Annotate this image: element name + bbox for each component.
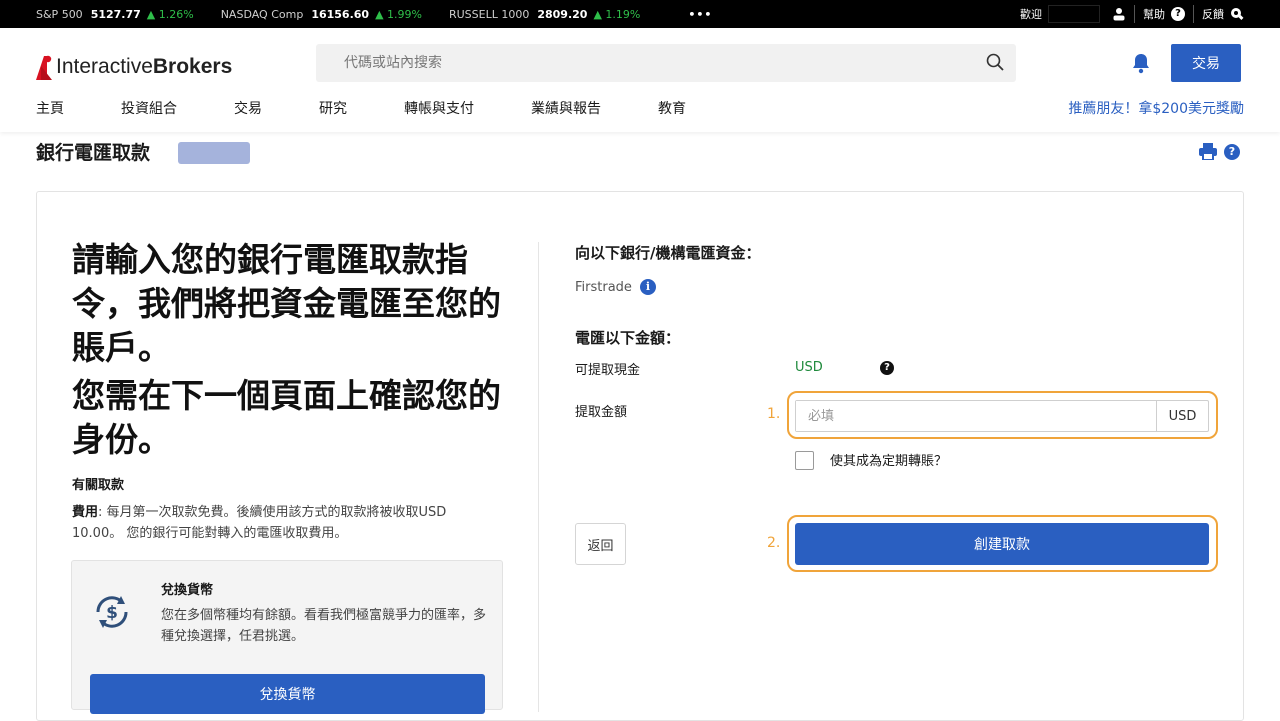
ticker-name: NASDAQ Comp <box>220 7 304 21</box>
page-help-icon[interactable]: ? <box>1224 144 1240 160</box>
account-badge <box>178 142 250 164</box>
ticker-name: RUSSELL 1000 <box>448 7 530 21</box>
amount-currency: USD <box>1156 401 1208 431</box>
bank-info-icon[interactable]: i <box>639 279 656 295</box>
bank-name: Firstrade <box>575 279 632 295</box>
nav-item-home[interactable]: 主頁 <box>36 98 64 118</box>
nav-item-trade[interactable]: 交易 <box>234 98 262 118</box>
ticker-change: ▲ 1.19% <box>593 7 641 21</box>
username-redacted <box>1048 5 1100 23</box>
toolbar-divider <box>1134 5 1135 23</box>
welcome-label: 歡迎 <box>1020 8 1042 21</box>
destination-heading: 向以下銀行/機構電匯資金： <box>575 244 761 262</box>
feedback-icon[interactable] <box>1230 7 1244 21</box>
fee-text: : 每月第一次取款免費。後續使用該方式的取款將被收取USD 10.00。 您的銀… <box>72 505 447 541</box>
available-cash-help-icon[interactable]: ? <box>880 361 894 375</box>
feedback-link[interactable]: 反饋 <box>1202 6 1224 22</box>
nav-item-education[interactable]: 教育 <box>658 98 686 118</box>
ticker-value: 5127.77 <box>90 7 141 21</box>
withdraw-amount-field: USD <box>795 400 1209 432</box>
nav-item-portfolio[interactable]: 投資組合 <box>121 98 177 118</box>
site-header: InteractiveBrokers 交易 主頁 投資組合 交易 研究 轉帳與支… <box>0 28 1280 132</box>
create-withdrawal-button[interactable]: 創建取款 <box>795 523 1209 565</box>
ticker-item[interactable]: S&P 500 5127.77 ▲ 1.26% <box>36 8 194 21</box>
instruction-headline: 請輸入您的銀行電匯取款指令，我們將把資金電匯至您的賬戶。 您需在下一個頁面上確認… <box>72 238 512 462</box>
account-toolbar: 歡迎 幫助 ? 反饋 <box>1020 0 1280 28</box>
ticker-item[interactable]: NASDAQ Comp 16156.60 ▲ 1.99% <box>221 8 422 21</box>
recurring-transfer-checkbox[interactable] <box>795 451 814 470</box>
search-input[interactable] <box>316 44 956 82</box>
instruction-line-2: 您需在下一個頁面上確認您的身份。 <box>72 376 501 459</box>
svg-text:$: $ <box>106 603 118 623</box>
nav-item-performance-reports[interactable]: 業績與報告 <box>531 98 601 118</box>
ticker-change: ▲ 1.99% <box>375 7 422 21</box>
recurring-transfer-label[interactable]: 使其成為定期轉賬？ <box>830 450 947 469</box>
ib-logo-icon <box>36 55 52 80</box>
toolbar-divider <box>1193 5 1194 23</box>
help-link[interactable]: 幫助 <box>1143 6 1165 22</box>
logo-text-interactive: Interactive <box>56 55 153 78</box>
currency-conversion-title: 兌換貨幣 <box>161 583 214 598</box>
nav-item-transfer-pay[interactable]: 轉帳與支付 <box>404 98 474 118</box>
back-button[interactable]: 返回 <box>575 523 626 565</box>
available-cash-value: USD <box>795 360 823 375</box>
withdraw-amount-label: 提取金額 <box>575 405 628 420</box>
fee-description: 費用: 每月第一次取款免費。後續使用該方式的取款將被收取USD 10.00。 您… <box>72 502 492 544</box>
ticker-value: 16156.60 <box>311 7 370 21</box>
currency-exchange-icon: $ <box>96 596 128 628</box>
market-ticker-bar: S&P 500 5127.77 ▲ 1.26% NASDAQ Comp 1615… <box>0 0 1280 28</box>
step-2-marker: 2. <box>767 535 781 551</box>
convert-currency-button[interactable]: 兌換貨幣 <box>90 674 485 714</box>
logo-text-brokers: Brokers <box>152 55 233 78</box>
withdraw-amount-input[interactable] <box>796 401 1156 431</box>
instruction-line-1: 請輸入您的銀行電匯取款指令，我們將把資金電匯至您的賬戶。 <box>72 240 501 367</box>
ticker-change: ▲ 1.26% <box>146 7 194 21</box>
search-box <box>316 44 1016 82</box>
destination-bank: Firstrade i <box>575 279 656 295</box>
print-icon[interactable] <box>1199 143 1217 160</box>
page-title: 銀行電匯取款 <box>36 142 151 164</box>
amount-heading: 電匯以下金額： <box>575 329 681 347</box>
trade-button[interactable]: 交易 <box>1171 44 1241 82</box>
main-nav: 主頁 投資組合 交易 研究 轉帳與支付 業績與報告 教育 <box>36 98 686 118</box>
fee-label: 費用 <box>72 505 99 520</box>
available-cash-label: 可提取現金 <box>575 363 641 378</box>
ticker-name: S&P 500 <box>36 7 83 21</box>
ticker-item[interactable]: RUSSELL 1000 2809.20 ▲ 1.19% <box>449 8 640 21</box>
ticker-value: 2809.20 <box>537 7 588 21</box>
refer-friend-link[interactable]: 推薦朋友！拿$200美元獎勵 <box>1068 98 1244 118</box>
column-divider <box>538 242 539 712</box>
about-withdrawal-heading: 有關取款 <box>72 478 125 493</box>
notification-bell-icon[interactable] <box>1130 52 1152 74</box>
user-icon[interactable] <box>1112 7 1126 21</box>
nav-item-research[interactable]: 研究 <box>319 98 347 118</box>
ib-logo[interactable]: Interactive Brokers <box>36 54 232 80</box>
help-circle-icon[interactable]: ? <box>1171 7 1185 21</box>
ticker-more-button[interactable]: ••• <box>688 8 712 21</box>
step-1-marker: 1. <box>767 406 781 422</box>
search-icon[interactable] <box>986 53 1004 71</box>
currency-conversion-text: 您在多個幣種均有餘額。看看我們極富競爭力的匯率，多種兌換選擇，任君挑選。 <box>161 608 487 644</box>
